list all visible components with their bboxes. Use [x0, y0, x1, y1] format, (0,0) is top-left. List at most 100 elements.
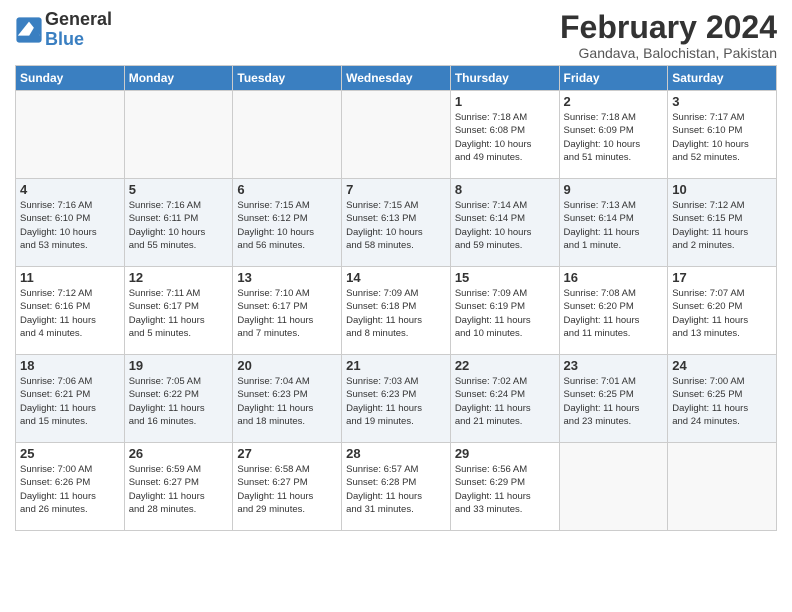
calendar-cell: 12 Sunrise: 7:11 AM Sunset: 6:17 PM Dayli… [124, 267, 233, 355]
day-number: 15 [455, 270, 555, 285]
day-number: 17 [672, 270, 772, 285]
calendar-header-tuesday: Tuesday [233, 66, 342, 91]
calendar-cell: 18 Sunrise: 7:06 AM Sunset: 6:21 PM Dayli… [16, 355, 125, 443]
calendar-cell: 16Sunrise: 7:08 AM Sunset: 6:20 PM Dayli… [559, 267, 668, 355]
calendar-cell: 13 Sunrise: 7:10 AM Sunset: 6:17 PM Dayli… [233, 267, 342, 355]
day-number: 7 [346, 182, 446, 197]
calendar-cell: 21 Sunrise: 7:03 AM Sunset: 6:23 PM Dayli… [342, 355, 451, 443]
calendar-cell: 17 Sunrise: 7:07 AM Sunset: 6:20 PM Dayli… [668, 267, 777, 355]
day-number: 21 [346, 358, 446, 373]
calendar-header-saturday: Saturday [668, 66, 777, 91]
day-info: Sunrise: 6:59 AM Sunset: 6:27 PM Dayligh… [129, 463, 229, 516]
day-number: 13 [237, 270, 337, 285]
day-info: Sunrise: 6:58 AM Sunset: 6:27 PM Dayligh… [237, 463, 337, 516]
day-info: Sunrise: 7:17 AM Sunset: 6:10 PM Dayligh… [672, 111, 772, 164]
day-number: 14 [346, 270, 446, 285]
calendar-cell: 9Sunrise: 7:13 AM Sunset: 6:14 PM Daylig… [559, 179, 668, 267]
day-number: 22 [455, 358, 555, 373]
day-number: 1 [455, 94, 555, 109]
calendar-cell [668, 443, 777, 531]
calendar-cell: 26 Sunrise: 6:59 AM Sunset: 6:27 PM Dayli… [124, 443, 233, 531]
calendar-week-1: 1 Sunrise: 7:18 AM Sunset: 6:08 PM Daylig… [16, 91, 777, 179]
day-number: 26 [129, 446, 229, 461]
calendar-cell: 25 Sunrise: 7:00 AM Sunset: 6:26 PM Dayli… [16, 443, 125, 531]
day-number: 18 [20, 358, 120, 373]
calendar-cell [124, 91, 233, 179]
day-info: Sunrise: 7:04 AM Sunset: 6:23 PM Dayligh… [237, 375, 337, 428]
calendar-cell: 29Sunrise: 6:56 AM Sunset: 6:29 PM Dayli… [450, 443, 559, 531]
calendar-week-5: 25 Sunrise: 7:00 AM Sunset: 6:26 PM Dayli… [16, 443, 777, 531]
day-number: 27 [237, 446, 337, 461]
calendar-cell: 19 Sunrise: 7:05 AM Sunset: 6:22 PM Dayli… [124, 355, 233, 443]
calendar-table: SundayMondayTuesdayWednesdayThursdayFrid… [15, 65, 777, 531]
calendar-header-friday: Friday [559, 66, 668, 91]
day-number: 8 [455, 182, 555, 197]
day-number: 4 [20, 182, 120, 197]
day-info: Sunrise: 7:18 AM Sunset: 6:08 PM Dayligh… [455, 111, 555, 164]
day-number: 12 [129, 270, 229, 285]
header: General Blue February 2024 Gandava, Balo… [15, 10, 777, 61]
calendar-cell: 1 Sunrise: 7:18 AM Sunset: 6:08 PM Daylig… [450, 91, 559, 179]
day-info: Sunrise: 7:00 AM Sunset: 6:25 PM Dayligh… [672, 375, 772, 428]
day-info: Sunrise: 7:01 AM Sunset: 6:25 PM Dayligh… [564, 375, 664, 428]
day-info: Sunrise: 7:10 AM Sunset: 6:17 PM Dayligh… [237, 287, 337, 340]
day-info: Sunrise: 7:09 AM Sunset: 6:18 PM Dayligh… [346, 287, 446, 340]
day-number: 10 [672, 182, 772, 197]
calendar-cell [342, 91, 451, 179]
calendar-header-monday: Monday [124, 66, 233, 91]
title-area: February 2024 Gandava, Balochistan, Paki… [560, 10, 777, 61]
day-info: Sunrise: 7:09 AM Sunset: 6:19 PM Dayligh… [455, 287, 555, 340]
day-info: Sunrise: 7:06 AM Sunset: 6:21 PM Dayligh… [20, 375, 120, 428]
calendar-week-3: 11 Sunrise: 7:12 AM Sunset: 6:16 PM Dayli… [16, 267, 777, 355]
logo: General Blue [15, 10, 112, 50]
calendar-week-2: 4Sunrise: 7:16 AM Sunset: 6:10 PM Daylig… [16, 179, 777, 267]
calendar-cell [559, 443, 668, 531]
page-container: General Blue February 2024 Gandava, Balo… [0, 0, 792, 536]
day-info: Sunrise: 6:56 AM Sunset: 6:29 PM Dayligh… [455, 463, 555, 516]
day-info: Sunrise: 7:12 AM Sunset: 6:16 PM Dayligh… [20, 287, 120, 340]
day-info: Sunrise: 7:12 AM Sunset: 6:15 PM Dayligh… [672, 199, 772, 252]
day-info: Sunrise: 7:11 AM Sunset: 6:17 PM Dayligh… [129, 287, 229, 340]
logo-blue: Blue [45, 29, 84, 49]
calendar-cell: 10 Sunrise: 7:12 AM Sunset: 6:15 PM Dayli… [668, 179, 777, 267]
day-number: 11 [20, 270, 120, 285]
calendar-header-sunday: Sunday [16, 66, 125, 91]
day-number: 9 [564, 182, 664, 197]
calendar-header-row: SundayMondayTuesdayWednesdayThursdayFrid… [16, 66, 777, 91]
month-title: February 2024 [560, 10, 777, 45]
calendar-cell: 7Sunrise: 7:15 AM Sunset: 6:13 PM Daylig… [342, 179, 451, 267]
calendar-cell: 15 Sunrise: 7:09 AM Sunset: 6:19 PM Dayli… [450, 267, 559, 355]
calendar-cell: 24 Sunrise: 7:00 AM Sunset: 6:25 PM Dayli… [668, 355, 777, 443]
calendar-cell: 11 Sunrise: 7:12 AM Sunset: 6:16 PM Dayli… [16, 267, 125, 355]
day-info: Sunrise: 7:16 AM Sunset: 6:11 PM Dayligh… [129, 199, 229, 252]
day-info: Sunrise: 6:57 AM Sunset: 6:28 PM Dayligh… [346, 463, 446, 516]
logo-icon [15, 16, 43, 44]
calendar-week-4: 18 Sunrise: 7:06 AM Sunset: 6:21 PM Dayli… [16, 355, 777, 443]
calendar-cell: 3 Sunrise: 7:17 AM Sunset: 6:10 PM Daylig… [668, 91, 777, 179]
calendar-cell: 28 Sunrise: 6:57 AM Sunset: 6:28 PM Dayli… [342, 443, 451, 531]
calendar-cell [16, 91, 125, 179]
day-info: Sunrise: 7:00 AM Sunset: 6:26 PM Dayligh… [20, 463, 120, 516]
day-number: 6 [237, 182, 337, 197]
calendar-cell: 23Sunrise: 7:01 AM Sunset: 6:25 PM Dayli… [559, 355, 668, 443]
calendar-header-wednesday: Wednesday [342, 66, 451, 91]
day-info: Sunrise: 7:03 AM Sunset: 6:23 PM Dayligh… [346, 375, 446, 428]
day-info: Sunrise: 7:18 AM Sunset: 6:09 PM Dayligh… [564, 111, 664, 164]
day-number: 2 [564, 94, 664, 109]
calendar-cell: 22Sunrise: 7:02 AM Sunset: 6:24 PM Dayli… [450, 355, 559, 443]
calendar-cell [233, 91, 342, 179]
day-number: 3 [672, 94, 772, 109]
logo-general: General [45, 9, 112, 29]
day-number: 16 [564, 270, 664, 285]
day-number: 24 [672, 358, 772, 373]
day-info: Sunrise: 7:07 AM Sunset: 6:20 PM Dayligh… [672, 287, 772, 340]
day-number: 28 [346, 446, 446, 461]
day-number: 20 [237, 358, 337, 373]
day-info: Sunrise: 7:05 AM Sunset: 6:22 PM Dayligh… [129, 375, 229, 428]
day-number: 19 [129, 358, 229, 373]
day-number: 5 [129, 182, 229, 197]
calendar-cell: 2 Sunrise: 7:18 AM Sunset: 6:09 PM Daylig… [559, 91, 668, 179]
day-info: Sunrise: 7:14 AM Sunset: 6:14 PM Dayligh… [455, 199, 555, 252]
calendar-cell: 6Sunrise: 7:15 AM Sunset: 6:12 PM Daylig… [233, 179, 342, 267]
day-number: 25 [20, 446, 120, 461]
